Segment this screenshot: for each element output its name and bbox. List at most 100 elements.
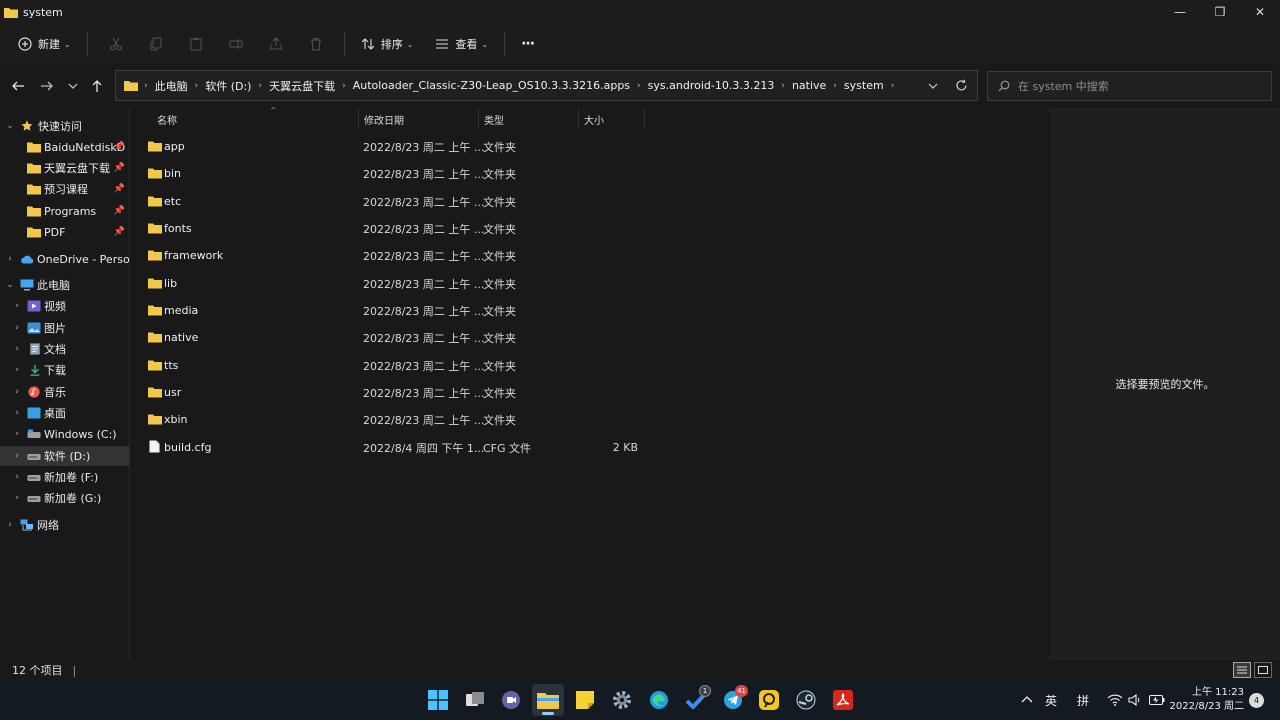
settings-button[interactable] [606,684,638,716]
start-button[interactable] [422,684,454,716]
file-row[interactable]: bin 2022/8/23 周二 上午 ... 文件夹 [146,160,646,187]
view-button[interactable]: 查看 ⌄ [427,29,496,59]
copy-button[interactable] [136,29,176,59]
sidebar-item-downloads[interactable]: › 下载 [0,360,129,380]
sidebar-item-this-pc[interactable]: ⌄ 此电脑 [0,275,129,295]
chevron-right-icon[interactable]: › [5,254,15,264]
column-header-size[interactable]: 大小 [579,108,645,130]
chevron-right-icon[interactable]: › [12,365,22,375]
file-row[interactable]: media 2022/8/23 周二 上午 ... 文件夹 [146,297,646,324]
recent-locations-button[interactable] [61,74,85,98]
edge-browser-button[interactable] [643,684,675,716]
column-header-name[interactable]: 名称 ^ [152,106,359,130]
file-row[interactable]: usr 2022/8/23 周二 上午 ... 文件夹 [146,379,646,406]
chevron-right-icon[interactable]: › [5,520,15,530]
chevron-down-icon[interactable]: ⌄ [5,280,15,290]
file-row[interactable]: build.cfg 2022/8/4 周四 下午 1... CFG 文件 2 K… [146,434,646,461]
breadcrumb-native[interactable]: native [792,79,826,92]
file-row[interactable]: fonts 2022/8/23 周二 上午 ... 文件夹 [146,215,646,242]
address-dropdown-button[interactable] [921,71,945,100]
ime-language-indicator[interactable]: 英 [1045,680,1057,720]
sidebar-item-desktop[interactable]: › 桌面 [0,403,129,423]
chevron-right-icon[interactable]: › [12,387,22,397]
chevron-right-icon[interactable]: › [12,408,22,418]
share-button[interactable] [256,29,296,59]
breadcrumb-drive-d[interactable]: 软件 (D:) [205,78,251,94]
sticky-notes-button[interactable] [569,684,601,716]
ime-mode-indicator[interactable]: 拼 [1077,680,1089,720]
sidebar-item-drive-c[interactable]: › Windows (C:) [0,424,129,444]
file-row[interactable]: tts 2022/8/23 周二 上午 ... 文件夹 [146,352,646,379]
volume-button[interactable] [1128,680,1142,720]
column-header-date[interactable]: 修改日期 [359,108,479,130]
file-row[interactable]: framework 2022/8/23 周二 上午 ... 文件夹 [146,242,646,269]
sidebar-item-drive-d[interactable]: › 软件 (D:) [0,446,129,466]
chevron-right-icon[interactable]: › [12,472,22,482]
chevron-right-icon[interactable]: › [12,344,22,354]
breadcrumb-this-pc[interactable]: 此电脑 [155,78,188,94]
sidebar-item-drive-f[interactable]: › 新加卷 (F:) [0,467,129,487]
sort-button[interactable]: 排序 ⌄ [353,29,422,59]
telegram-button[interactable]: 41 [717,684,749,716]
clock[interactable]: 上午 11:23 2022/8/23 周二 [1170,686,1244,714]
show-hidden-icons-button[interactable] [1021,680,1033,720]
chevron-right-icon[interactable]: › [12,301,22,311]
sidebar-item-documents[interactable]: › 文档 [0,339,129,359]
teams-chat-button[interactable] [495,684,527,716]
column-header-type[interactable]: 类型 [479,108,579,130]
file-row[interactable]: native 2022/8/23 周二 上午 ... 文件夹 [146,324,646,351]
new-button[interactable]: 新建 ⌄ [10,29,79,59]
sidebar-item-music[interactable]: › 音乐 [0,382,129,402]
file-row[interactable]: etc 2022/8/23 周二 上午 ... 文件夹 [146,188,646,215]
file-row[interactable]: xbin 2022/8/23 周二 上午 ... 文件夹 [146,406,646,433]
task-view-button[interactable] [459,684,491,716]
address-bar[interactable]: › 此电脑 › 软件 (D:) › 天翼云盘下载 › Autoloader_Cl… [115,70,978,101]
details-view-button[interactable] [1233,662,1251,678]
breadcrumb-system[interactable]: system [844,79,884,92]
sidebar-item-programs[interactable]: Programs 📌 [0,201,129,221]
delete-button[interactable] [296,29,336,59]
sidebar-item-baidunetdisk[interactable]: BaiduNetdiskD 📌 [0,137,129,157]
search-input[interactable]: 在 system 中搜索 [987,71,1272,101]
rename-button[interactable] [216,29,256,59]
sidebar-item-tianyi-download[interactable]: 天翼云盘下载 📌 [0,158,129,178]
sidebar-item-pdf[interactable]: PDF 📌 [0,222,129,242]
battery-button[interactable] [1149,680,1165,720]
sidebar-item-videos[interactable]: › 视频 [0,296,129,316]
todo-button[interactable]: 1 [680,684,712,716]
refresh-button[interactable] [948,71,974,100]
breadcrumb-sys-android[interactable]: sys.android-10.3.3.213 [648,79,775,92]
steam-button[interactable] [790,684,822,716]
notification-center-button[interactable]: 4 [1249,693,1264,708]
large-icons-view-button[interactable] [1254,662,1272,678]
screen-recorder-button[interactable] [753,684,785,716]
forward-button[interactable] [35,74,59,98]
up-button[interactable] [85,74,109,98]
more-options-button[interactable]: ··· [513,29,542,59]
sidebar-item-network[interactable]: › 网络 [0,515,129,535]
network-status-button[interactable] [1107,680,1123,720]
chevron-right-icon[interactable]: › [12,493,22,503]
chevron-right-icon[interactable]: › [12,429,22,439]
sidebar-item-pictures[interactable]: › 图片 [0,318,129,338]
maximize-button[interactable]: ❐ [1200,0,1240,24]
chevron-right-icon[interactable]: › [12,451,22,461]
chevron-right-icon[interactable]: › [12,323,22,333]
file-explorer-button[interactable] [532,684,564,716]
edge-icon [650,691,668,709]
file-row[interactable]: app 2022/8/23 周二 上午 ... 文件夹 [146,133,646,160]
sidebar-item-preview-course[interactable]: 预习课程 📌 [0,179,129,199]
paste-button[interactable] [176,29,216,59]
breadcrumb-tianyi-download[interactable]: 天翼云盘下载 [269,78,335,94]
chevron-down-icon[interactable]: ⌄ [5,121,15,131]
sidebar-item-onedrive[interactable]: › OneDrive - Personal [0,249,129,269]
sidebar-item-quick-access[interactable]: ⌄ 快速访问 [0,116,129,136]
close-button[interactable]: ✕ [1240,0,1280,24]
breadcrumb-autoloader[interactable]: Autoloader_Classic-Z30-Leap_OS10.3.3.321… [353,79,630,92]
back-button[interactable] [6,74,30,98]
acrobat-button[interactable] [827,684,859,716]
sidebar-item-drive-g[interactable]: › 新加卷 (G:) [0,488,129,508]
file-row[interactable]: lib 2022/8/23 周二 上午 ... 文件夹 [146,270,646,297]
minimize-button[interactable]: — [1160,0,1200,24]
cut-button[interactable] [96,29,136,59]
